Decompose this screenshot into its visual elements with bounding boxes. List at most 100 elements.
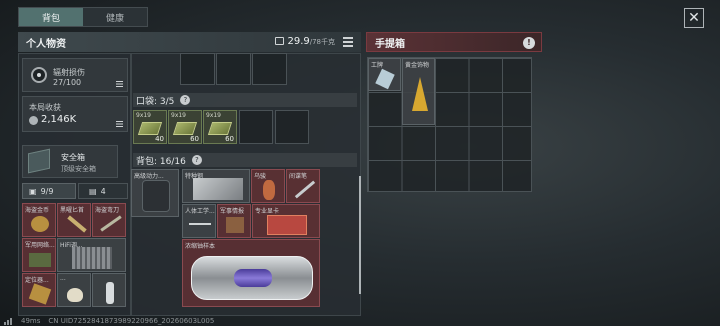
ammo-icon <box>207 122 233 135</box>
ammo-icon <box>172 122 198 135</box>
ping-value: 49ms <box>21 317 41 325</box>
intel-image <box>226 217 244 233</box>
ammo-label: 9x19 <box>206 112 222 119</box>
item-enriched-uranium[interactable]: 浓缩铀样本 <box>182 239 320 307</box>
ergonomic-image <box>189 223 211 225</box>
radiation-menu-icon[interactable] <box>116 81 123 87</box>
weight-readout: 29.9/78千克 <box>275 36 335 47</box>
cell-top-2[interactable] <box>216 53 251 85</box>
help-icon[interactable]: ? <box>180 95 191 105</box>
safebox-label: 安全箱 <box>61 153 85 162</box>
item-gold-ornament[interactable]: 黄金饰物 <box>402 58 435 125</box>
weapon-counter-tab[interactable]: ▣ 9/9 <box>22 183 76 199</box>
radiation-value: 27/100 <box>53 78 82 87</box>
earnings-value: 2,146K <box>41 114 77 125</box>
item-misc-1[interactable]: ... <box>57 273 91 307</box>
backpack-label: 背包: 16/16? <box>133 153 357 167</box>
device-icon: ▤ <box>89 186 97 196</box>
figure-image <box>263 180 275 200</box>
item-misc-2[interactable] <box>92 273 126 307</box>
uid-text: CN UID7252841873989220966_20260603L005 <box>48 317 215 325</box>
locator-image <box>28 283 52 305</box>
backpack-icon <box>142 180 170 212</box>
item-spy-pen[interactable]: 间谍笔 <box>286 169 320 203</box>
weight-unit: /78千克 <box>309 38 335 46</box>
pocket-slot-5[interactable] <box>275 110 309 144</box>
counter-a: 9/9 <box>40 186 54 196</box>
ammo-count: 60 <box>190 135 199 143</box>
network-image <box>29 253 51 267</box>
scrollbar[interactable] <box>359 176 361 294</box>
weight-value: 29.9 <box>287 36 310 47</box>
help-icon[interactable]: ? <box>191 155 202 165</box>
pockets-text: 口袋: 3/5 <box>136 96 175 107</box>
sabre-image <box>100 215 122 232</box>
pocket-slot-4[interactable] <box>239 110 273 144</box>
item-obsidian-dagger[interactable]: 黑曜匕首 <box>57 203 91 237</box>
gpu-image <box>267 215 307 235</box>
cell-top-1[interactable] <box>180 53 215 85</box>
device-counter-tab[interactable]: ▤ 4 <box>78 183 128 199</box>
item-ergonomic[interactable]: 人体工学... <box>182 204 216 238</box>
close-icon: ✕ <box>688 10 700 26</box>
earnings-label: 本局收获 <box>29 103 61 112</box>
dagger-image <box>67 215 87 233</box>
hifi-image <box>72 247 112 269</box>
tube-image <box>106 282 114 304</box>
item-hifi[interactable]: HiFi调... <box>57 238 126 272</box>
ornament-image <box>412 77 428 111</box>
case-title: 手提箱 <box>375 38 405 50</box>
close-button[interactable]: ✕ <box>684 8 704 28</box>
pen-image <box>294 180 316 199</box>
safebox-slot[interactable]: 安全箱 顶级安全箱 <box>22 145 118 178</box>
item-pirate-sabre[interactable]: 海盗弯刀 <box>92 203 126 237</box>
safebox-subtitle: 顶级安全箱 <box>61 165 96 173</box>
ammo-count: 60 <box>225 135 234 143</box>
canister-window <box>234 269 272 287</box>
item-work-badge[interactable]: 工牌 <box>368 58 401 91</box>
status-bar: 49ms CN UID7252841873989220966_20260603L… <box>4 317 214 325</box>
uranium-canister-image <box>191 256 313 300</box>
item-military-intel[interactable]: 军事情报 <box>217 204 251 238</box>
ammo-slot-1[interactable]: 9x19 40 <box>133 110 167 144</box>
backpack-text: 背包: 16/16 <box>136 156 186 167</box>
item-military-network[interactable]: 军用网络... <box>22 238 56 272</box>
radiation-icon <box>31 67 47 83</box>
case-count-icon: ▣ <box>29 186 37 196</box>
radiation-label: 辐射损伤 <box>53 68 85 77</box>
cell-top-3[interactable] <box>252 53 287 85</box>
ammo-slot-2[interactable]: 9x19 60 <box>168 110 202 144</box>
item-special-steel[interactable]: 特种钢 <box>182 169 250 203</box>
item-graphics-card[interactable]: 专业显卡 <box>252 204 320 238</box>
info-icon[interactable]: ! <box>523 37 535 49</box>
ammo-slot-3[interactable]: 9x19 60 <box>203 110 237 144</box>
badge-image <box>375 68 395 90</box>
signal-icon <box>4 317 13 325</box>
item-locator[interactable]: 定位器... <box>22 273 56 307</box>
earnings-menu-icon[interactable] <box>116 121 123 127</box>
personal-title: 个人物资 <box>26 38 66 50</box>
counter-b: 4 <box>100 186 106 196</box>
pockets-label: 口袋: 3/5? <box>133 93 357 107</box>
radiation-stat: 辐射损伤 27/100 <box>22 58 128 92</box>
backpack-image[interactable]: 高级动力... <box>131 169 179 217</box>
sort-menu-icon[interactable] <box>343 37 353 47</box>
coin-icon <box>29 116 38 125</box>
ammo-icon <box>137 122 163 135</box>
ammo-label: 9x19 <box>171 112 187 119</box>
coin-image <box>31 216 49 232</box>
lock-icon <box>275 37 285 45</box>
tab-backpack[interactable]: 背包 <box>19 8 83 26</box>
jar-image <box>67 288 83 302</box>
ammo-label: 9x19 <box>136 112 152 119</box>
steel-image <box>193 178 243 200</box>
safebox-image <box>28 148 50 174</box>
top-tabs: 背包 健康 <box>18 7 148 27</box>
tab-health[interactable]: 健康 <box>83 8 147 26</box>
case-header: 手提箱 ! <box>366 32 542 52</box>
earnings-stat: 本局收获 2,146K <box>22 96 128 132</box>
personal-header: 个人物资 29.9/78千克 <box>18 32 361 52</box>
item-wujun[interactable]: 乌骏 <box>251 169 285 203</box>
item-pirate-coin[interactable]: 海盗金币 <box>22 203 56 237</box>
ammo-count: 40 <box>155 135 164 143</box>
